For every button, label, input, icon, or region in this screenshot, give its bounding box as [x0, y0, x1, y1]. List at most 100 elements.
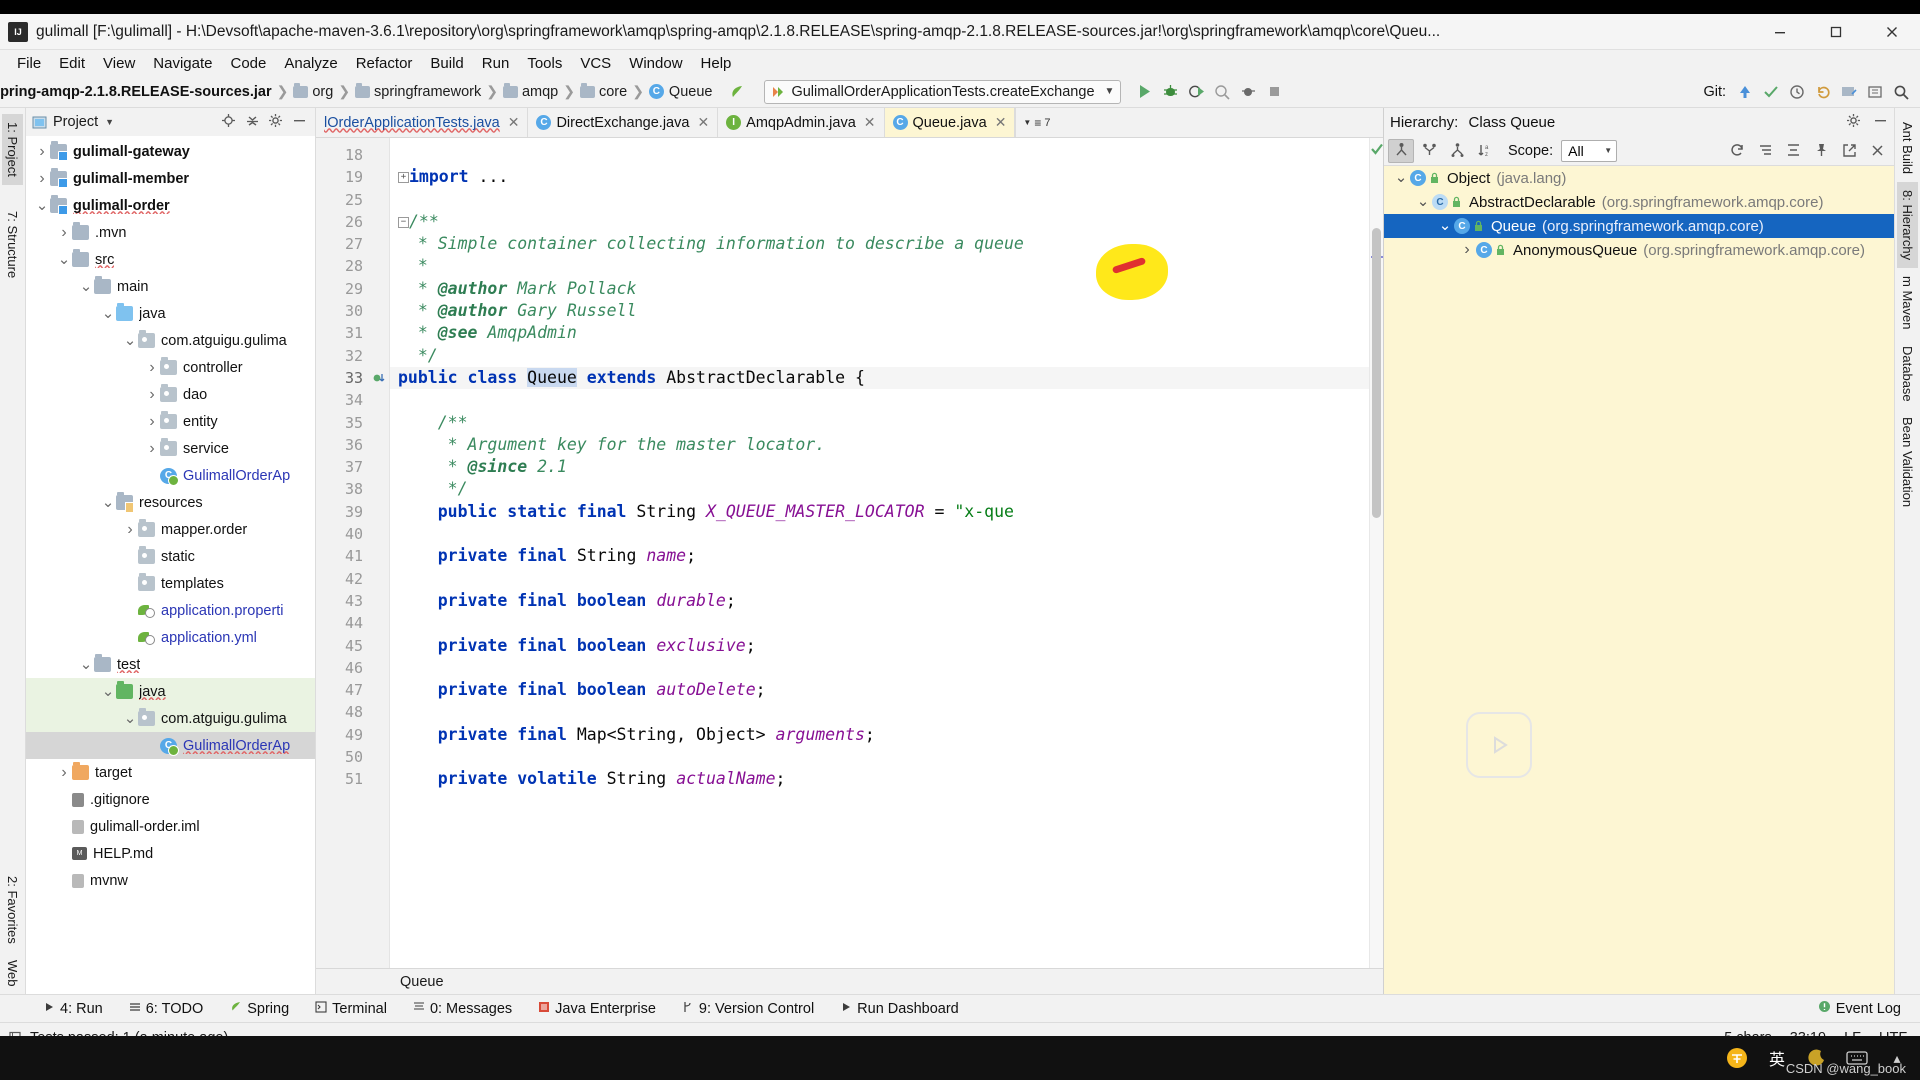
tree-node[interactable]: C GulimallOrderAp	[26, 462, 315, 489]
code-line[interactable]: private volatile String actualName;	[398, 768, 1369, 790]
tree-node[interactable]: › controller	[26, 354, 315, 381]
rail-tab-database[interactable]: Database	[1897, 338, 1918, 410]
chevron-right-icon[interactable]: ›	[34, 143, 50, 161]
gutter-line-number[interactable]: 43	[316, 590, 389, 612]
ime-icon[interactable]	[1724, 1045, 1750, 1071]
chevron-right-icon[interactable]: ›	[56, 764, 72, 782]
menu-navigate[interactable]: Navigate	[144, 53, 221, 74]
tree-node[interactable]: ⌄ resources	[26, 489, 315, 516]
git-update-button[interactable]	[1732, 79, 1758, 105]
gutter-line-number[interactable]: 38	[316, 478, 389, 500]
subtypes-hierarchy-icon[interactable]	[1444, 139, 1470, 163]
code-line[interactable]: private final String name;	[398, 545, 1369, 567]
bottom-tab-run[interactable]: 4: Run	[30, 1001, 116, 1017]
close-icon[interactable]: ✕	[995, 114, 1007, 131]
hierarchy-node[interactable]: ⌄ C Queue (org.springframework.amqp.core)	[1384, 214, 1894, 238]
tree-node[interactable]: › .mvn	[26, 219, 315, 246]
code-line[interactable]: private final boolean autoDelete;	[398, 679, 1369, 701]
chevron-down-icon[interactable]: ⌄	[100, 684, 116, 699]
breadcrumb-item-org[interactable]: org	[312, 84, 333, 100]
chevron-down-icon[interactable]: ⌄	[78, 657, 94, 672]
code-line[interactable]: + import ...	[398, 166, 1369, 188]
close-icon[interactable]	[1864, 139, 1890, 163]
menu-run[interactable]: Run	[473, 53, 519, 74]
editor-breadcrumb-queue[interactable]: Queue	[400, 974, 444, 990]
chevron-right-icon[interactable]: ›	[34, 170, 50, 188]
tab-overflow-button[interactable]: ▼ ≡ 7	[1015, 108, 1057, 137]
close-icon[interactable]: ✕	[508, 114, 520, 131]
gear-icon[interactable]	[1846, 113, 1861, 132]
chevron-down-icon[interactable]: ⌄	[100, 306, 116, 321]
editor-vertical-scrollbar[interactable]	[1372, 228, 1381, 518]
chevron-down-icon[interactable]: ⌄	[34, 198, 50, 213]
gutter-line-number[interactable]: 50	[316, 746, 389, 768]
bottom-tab-todo[interactable]: 6: TODO	[116, 1001, 216, 1017]
code-line[interactable]: public static final String X_QUEUE_MASTE…	[398, 501, 1369, 523]
tree-node[interactable]: ⌄ gulimall-order	[26, 192, 315, 219]
select-opened-file-button[interactable]	[1836, 79, 1862, 105]
gutter-line-number[interactable]: 32	[316, 345, 389, 367]
collapse-all-icon[interactable]	[245, 113, 260, 132]
chevron-right-icon[interactable]: ›	[1458, 241, 1476, 259]
rail-tab-favorites[interactable]: 2: Favorites	[2, 868, 23, 952]
code-line[interactable]: public class Queue extends AbstractDecla…	[390, 366, 1369, 390]
collapse-all-icon[interactable]	[1780, 139, 1806, 163]
tree-node[interactable]: gulimall-order.iml	[26, 813, 315, 840]
breadcrumb-item-jar[interactable]: spring-amqp-2.1.8.RELEASE-sources.jar	[0, 84, 272, 100]
gutter-line-number[interactable]: 39	[316, 501, 389, 523]
chevron-right-icon[interactable]: ›	[144, 440, 160, 458]
gutter-line-number[interactable]: 44	[316, 612, 389, 634]
rail-tab-structure[interactable]: 7: Structure	[2, 203, 23, 286]
close-icon[interactable]: ✕	[697, 114, 709, 131]
bottom-tab-terminal[interactable]: Terminal	[302, 1001, 400, 1017]
tree-node[interactable]: › target	[26, 759, 315, 786]
gutter-line-number[interactable]: 26	[316, 211, 389, 233]
chevron-right-icon[interactable]: ›	[144, 386, 160, 404]
breadcrumb-item-queue[interactable]: Queue	[669, 84, 713, 100]
editor-marker-bar[interactable]	[1369, 138, 1383, 968]
gutter-line-number[interactable]: 28	[316, 255, 389, 277]
gutter-line-number[interactable]: 27	[316, 233, 389, 255]
menu-refactor[interactable]: Refactor	[347, 53, 422, 74]
hide-icon[interactable]	[292, 113, 307, 132]
code-line[interactable]: * @author Mark Pollack	[398, 278, 1369, 300]
pin-icon[interactable]	[1808, 139, 1834, 163]
code-line[interactable]	[398, 189, 1369, 211]
gutter-line-number[interactable]: 45	[316, 635, 389, 657]
chevron-down-icon[interactable]: ⌄	[100, 495, 116, 510]
chevron-right-icon[interactable]: ›	[56, 224, 72, 242]
gutter-line-number[interactable]: 48	[316, 701, 389, 723]
supertypes-hierarchy-icon[interactable]	[1416, 139, 1442, 163]
minimize-icon[interactable]	[1873, 113, 1888, 132]
gutter-line-number[interactable]: 25	[316, 189, 389, 211]
code-line[interactable]: */	[398, 478, 1369, 500]
debug-button[interactable]	[1157, 79, 1183, 105]
code-line[interactable]: private final boolean exclusive;	[398, 635, 1369, 657]
gutter-line-number[interactable]: 19	[316, 166, 389, 188]
tree-node[interactable]: .gitignore	[26, 786, 315, 813]
stop-button[interactable]	[1261, 79, 1287, 105]
minimize-button[interactable]	[1752, 14, 1808, 50]
gutter-line-number[interactable]: 30	[316, 300, 389, 322]
code-line[interactable]: * @author Gary Russell	[398, 300, 1369, 322]
tree-node[interactable]: ⌄ com.atguigu.gulima	[26, 705, 315, 732]
editor-tab-queue[interactable]: C Queue.java ✕	[884, 108, 1016, 137]
editor-gutter[interactable]: 18 19 25 26 27 28 29 30 31 32 33 34 35 36 37 38 39 40 41 42…	[316, 138, 390, 968]
gutter-line-number[interactable]: 42	[316, 568, 389, 590]
event-log-button[interactable]: Event Log	[1805, 1000, 1914, 1017]
tree-node[interactable]: › gulimall-member	[26, 165, 315, 192]
tree-node[interactable]: ⌄ com.atguigu.gulima	[26, 327, 315, 354]
tree-node[interactable]: › mapper.order	[26, 516, 315, 543]
settings-icon[interactable]	[268, 113, 283, 132]
hierarchy-node[interactable]: › C AnonymousQueue (org.springframework.amq…	[1384, 238, 1894, 262]
gutter-line-number[interactable]: 49	[316, 724, 389, 746]
gutter-line-number[interactable]: 47	[316, 679, 389, 701]
close-icon[interactable]: ✕	[864, 114, 876, 131]
run-with-coverage-button[interactable]	[1183, 79, 1209, 105]
run-button[interactable]	[1131, 79, 1157, 105]
code-line[interactable]: * @since 2.1	[398, 456, 1369, 478]
type-hierarchy-icon[interactable]	[1388, 138, 1414, 163]
refresh-icon[interactable]	[1724, 139, 1750, 163]
run-configuration-selector[interactable]: GulimallOrderApplicationTests.createExch…	[764, 79, 1122, 104]
chevron-right-icon[interactable]: ›	[122, 521, 138, 539]
